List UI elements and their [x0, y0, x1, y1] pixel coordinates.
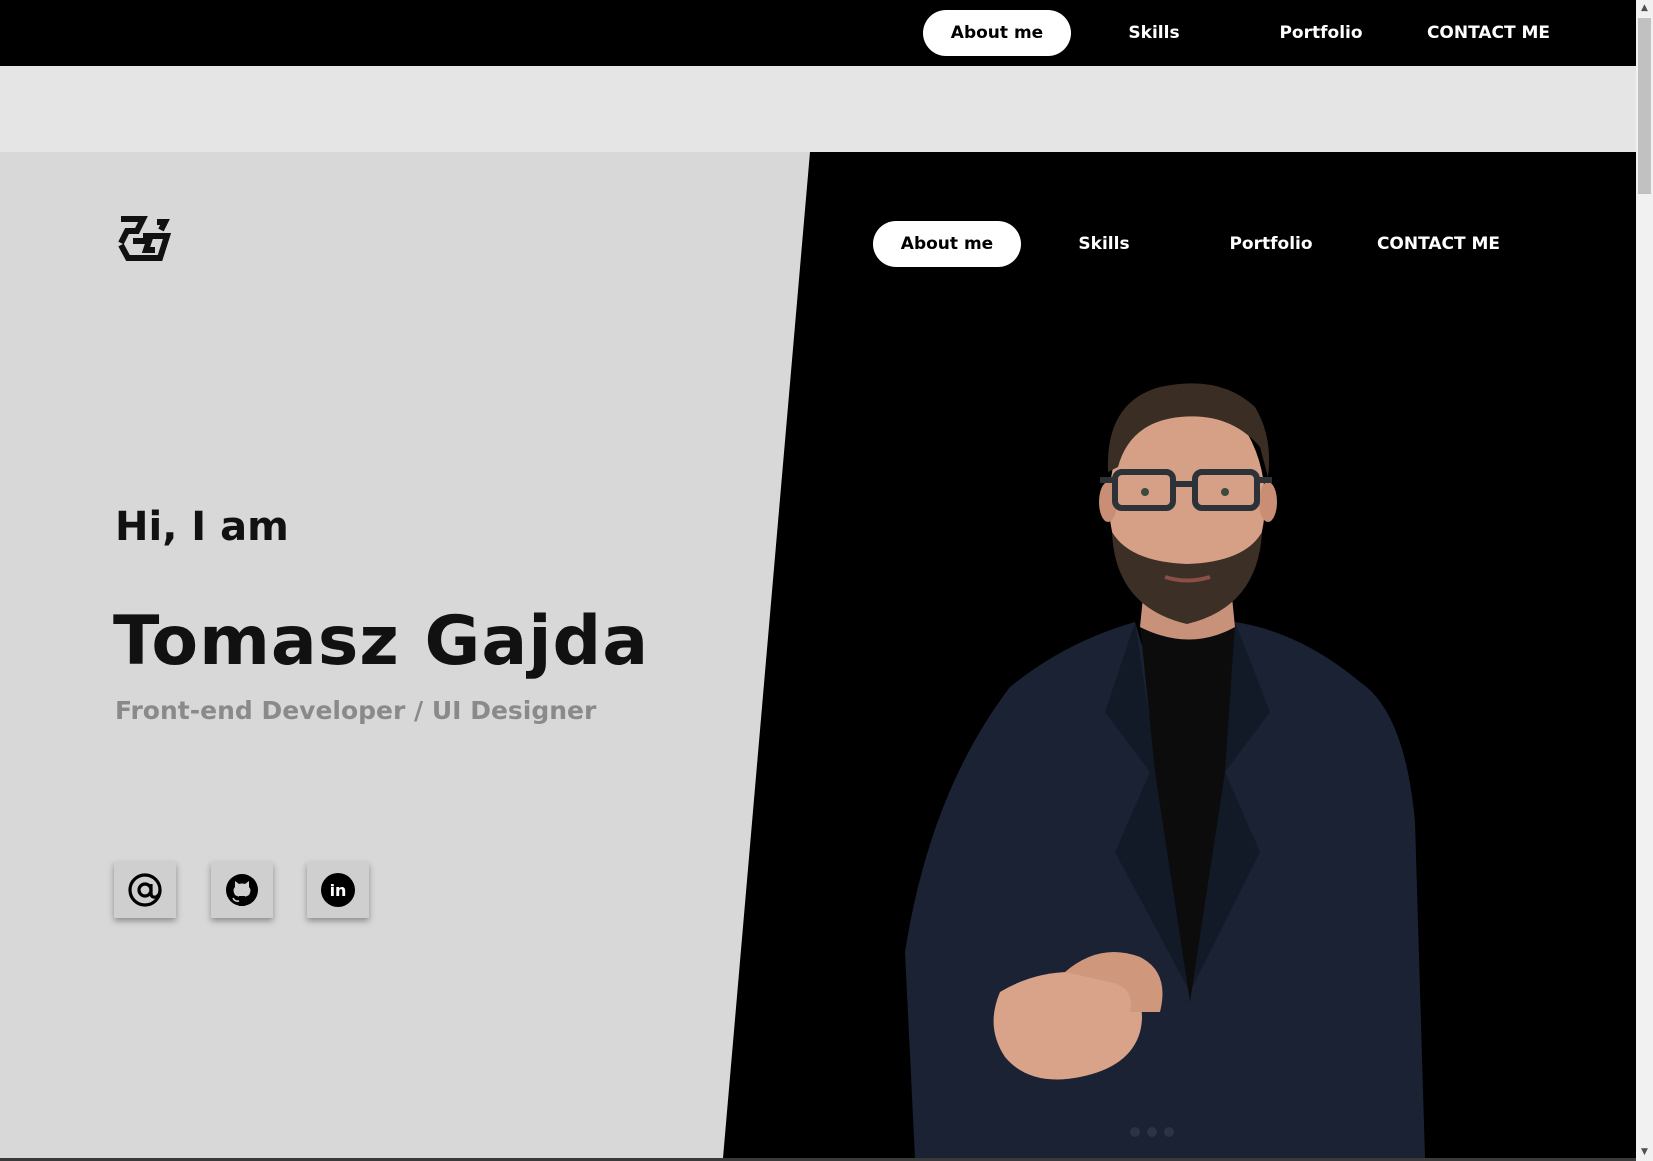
portrait-photo [905, 383, 1425, 1158]
linkedin-link[interactable]: in [307, 862, 369, 918]
top-navigation: About me Skills Portfolio CONTACT ME [0, 0, 1636, 66]
hero-nav-portfolio[interactable]: Portfolio [1208, 221, 1334, 267]
nav-portfolio[interactable]: Portfolio [1258, 10, 1384, 56]
nav-contact-me[interactable]: CONTACT ME [1416, 10, 1561, 56]
hero-nav-skills[interactable]: Skills [1044, 221, 1164, 267]
svg-text:in: in [330, 881, 347, 900]
hero-name: Tomasz Gajda [113, 602, 650, 681]
nav-about-me[interactable]: About me [923, 10, 1071, 56]
hero-nav-about-me[interactable]: About me [873, 221, 1021, 267]
email-link[interactable] [114, 862, 176, 918]
hero-section: Hi, I am Tomasz Gajda Front-end Develope… [0, 152, 1636, 1158]
scrollbar-thumb[interactable] [1638, 18, 1651, 194]
hero-greeting: Hi, I am [115, 504, 289, 550]
hero-role: Front-end Developer / UI Designer [115, 696, 597, 725]
scroll-down-arrow-icon[interactable]: ▼ [1636, 1144, 1653, 1161]
nav-skills[interactable]: Skills [1094, 10, 1214, 56]
at-sign-icon [128, 873, 162, 907]
github-link[interactable] [211, 862, 273, 918]
header-spacer-band [0, 66, 1636, 152]
scroll-up-arrow-icon[interactable]: ▲ [1636, 0, 1653, 17]
linkedin-icon: in [321, 873, 355, 907]
vertical-scrollbar[interactable]: ▲ ▼ [1636, 0, 1653, 1161]
hero-nav-contact-me[interactable]: CONTACT ME [1366, 221, 1511, 267]
tg-monogram-icon[interactable] [113, 214, 173, 268]
github-icon [226, 874, 258, 906]
